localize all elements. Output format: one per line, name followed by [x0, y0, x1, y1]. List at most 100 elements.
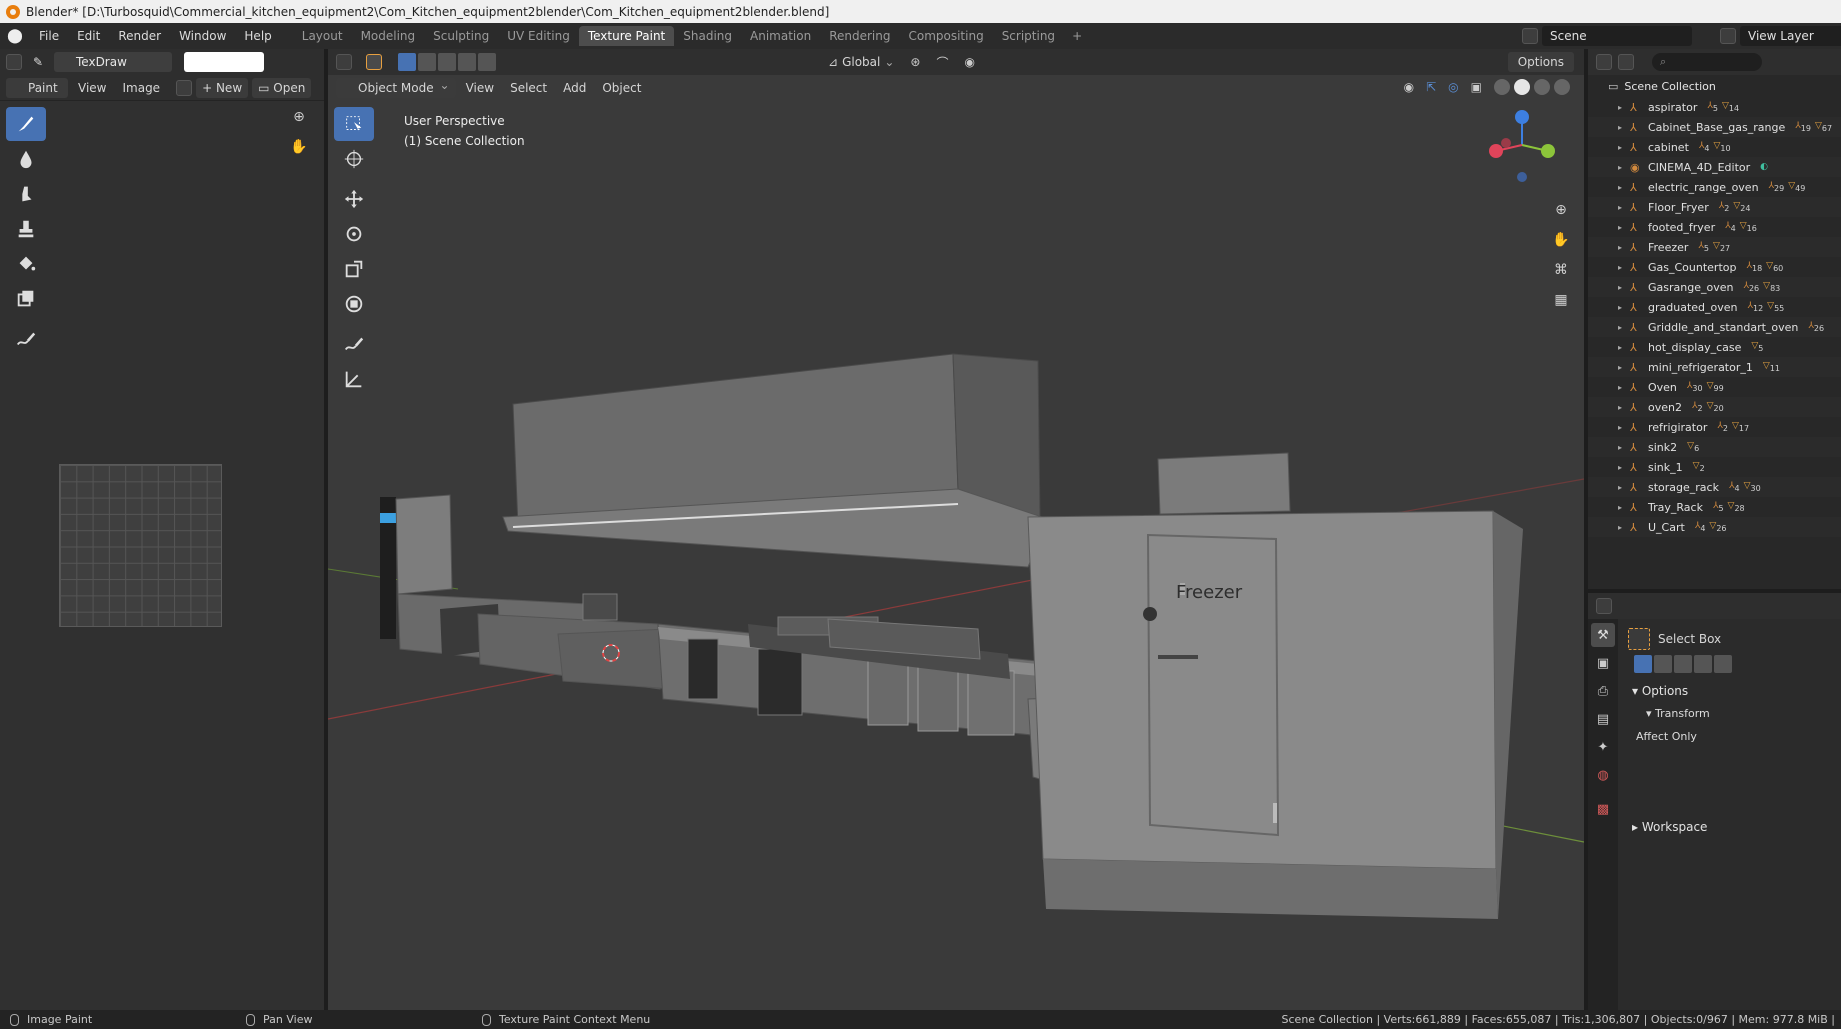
brush-name-field[interactable]: TexDraw — [54, 52, 172, 72]
expand-arrow-icon[interactable]: ▸ — [1618, 103, 1628, 112]
prop-select-intersect-icon[interactable] — [1714, 655, 1732, 673]
perspective-toggle-grid-icon[interactable]: ▦ — [1550, 289, 1572, 311]
expand-arrow-icon[interactable]: ▸ — [1618, 523, 1628, 532]
tool-properties-tab[interactable]: ⚒ — [1591, 623, 1615, 647]
cursor-tool[interactable] — [334, 142, 374, 176]
outliner-row[interactable]: ▸ ⅄ footed_fryer ⅄4 ▽16 — [1588, 217, 1841, 237]
menu-window[interactable]: Window — [170, 23, 235, 49]
outliner-row[interactable]: ▸ ⅄ aspirator ⅄5 ▽14 — [1588, 97, 1841, 117]
outliner-row[interactable]: ▸ ⅄ mini_refrigerator_1 ▽11 — [1588, 357, 1841, 377]
expand-arrow-icon[interactable]: ▸ — [1618, 363, 1628, 372]
annotate-tool-3d[interactable] — [334, 327, 374, 361]
viewport-zoom-icon[interactable]: ⊕ — [1550, 199, 1572, 221]
viewport-options-button[interactable]: Options — [1507, 52, 1574, 72]
expand-arrow-icon[interactable]: ▸ — [1618, 463, 1628, 472]
tab-shading[interactable]: Shading — [674, 26, 741, 46]
rotate-tool[interactable] — [334, 217, 374, 251]
expand-arrow-icon[interactable]: ▸ — [1618, 323, 1628, 332]
soften-tool[interactable] — [6, 142, 46, 176]
3d-viewport[interactable]: Freezer ⊿ Global ⌄ ⊛ ⌒ ◉ Options Object … — [328, 49, 1584, 1010]
measure-tool[interactable] — [334, 362, 374, 396]
add-workspace-icon[interactable]: + — [1064, 29, 1090, 43]
blender-menu-icon[interactable]: ⬤ — [0, 28, 30, 44]
select-extend-icon[interactable] — [418, 53, 436, 71]
outliner-row[interactable]: ▸ ⅄ Oven ⅄30 ▽99 — [1588, 377, 1841, 397]
view-layer-name-field[interactable]: View Layer — [1740, 26, 1841, 46]
pivot-icon[interactable]: ⊛ — [910, 55, 920, 69]
expand-arrow-icon[interactable]: ▸ — [1618, 303, 1628, 312]
orientation-value[interactable]: Global — [842, 55, 880, 69]
object-mode-dropdown[interactable]: Object Mode — [336, 75, 456, 98]
expand-arrow-icon[interactable]: ▸ — [1618, 503, 1628, 512]
expand-arrow-icon[interactable]: ▸ — [1618, 243, 1628, 252]
tab-compositing[interactable]: Compositing — [899, 26, 992, 46]
image-browse-icon[interactable] — [176, 79, 193, 96]
new-image-button[interactable]: + New — [196, 77, 249, 98]
expand-arrow-icon[interactable]: ▸ — [1618, 383, 1628, 392]
expand-arrow-icon[interactable]: ▸ — [1618, 403, 1628, 412]
solid-shading-icon[interactable] — [1514, 79, 1530, 95]
outliner-row[interactable]: ▸ ⅄ storage_rack ⅄4 ▽30 — [1588, 477, 1841, 497]
outliner-row[interactable]: ▸ ⅄ Gas_Countertop ⅄18 ▽60 — [1588, 257, 1841, 277]
outliner-row[interactable]: ▸ ⅄ refrigirator ⅄2 ▽17 — [1588, 417, 1841, 437]
tab-sculpting[interactable]: Sculpting — [424, 26, 498, 46]
expand-arrow-icon[interactable]: ▸ — [1618, 123, 1628, 132]
tab-rendering[interactable]: Rendering — [820, 26, 899, 46]
expand-arrow-icon[interactable]: ▸ — [1618, 163, 1628, 172]
expand-arrow-icon[interactable]: ▸ — [1618, 223, 1628, 232]
scene-properties-tab[interactable]: ✦ — [1591, 735, 1615, 759]
viewport-menu-view[interactable]: View — [460, 78, 500, 98]
scene-selector[interactable]: Scene — [1522, 26, 1692, 46]
rendered-shading-icon[interactable] — [1554, 79, 1570, 95]
camera-view-icon[interactable]: ⌘ — [1550, 259, 1572, 281]
viewport-pan-hand-icon[interactable]: ✋ — [1550, 229, 1572, 251]
transform-tool[interactable] — [334, 287, 374, 321]
viewport-menu-select[interactable]: Select — [504, 78, 553, 98]
prop-select-extend-icon[interactable] — [1654, 655, 1672, 673]
brush-color-swatch[interactable] — [184, 52, 264, 72]
prop-select-subtract-icon[interactable] — [1674, 655, 1692, 673]
expand-arrow-icon[interactable]: ▸ — [1618, 483, 1628, 492]
texture-properties-tab[interactable]: ▩ — [1591, 797, 1615, 821]
outliner-row[interactable]: ▸ ⅄ Tray_Rack ⅄5 ▽28 — [1588, 497, 1841, 517]
tab-scripting[interactable]: Scripting — [993, 26, 1064, 46]
move-tool[interactable] — [334, 182, 374, 216]
snap-icon[interactable]: ⌒ — [936, 54, 948, 71]
smear-tool[interactable] — [6, 177, 46, 211]
expand-arrow-icon[interactable]: ▸ — [1618, 203, 1628, 212]
outliner-row[interactable]: ▸ ⅄ hot_display_case ▽5 — [1588, 337, 1841, 357]
gizmo-toggle-icon[interactable]: ⇱ — [1426, 80, 1436, 94]
expand-arrow-icon[interactable]: ▸ — [1618, 443, 1628, 452]
tab-animation[interactable]: Animation — [741, 26, 820, 46]
outliner-row[interactable]: ▸ ◉ CINEMA_4D_Editor ◐ — [1588, 157, 1841, 177]
paint-mode-dropdown[interactable]: Paint — [6, 77, 68, 98]
fill-tool[interactable] — [6, 247, 46, 281]
gizmo-y-axis[interactable] — [1541, 144, 1555, 158]
tab-modeling[interactable]: Modeling — [352, 26, 425, 46]
gizmo-x-axis[interactable] — [1489, 144, 1503, 158]
xray-toggle-icon[interactable]: ▣ — [1471, 80, 1482, 94]
outliner-row[interactable]: ▸ ⅄ sink_1 ▽2 — [1588, 457, 1841, 477]
tab-uv-editing[interactable]: UV Editing — [498, 26, 579, 46]
outliner-row[interactable]: ▸ ⅄ oven2 ⅄2 ▽20 — [1588, 397, 1841, 417]
prop-select-invert-icon[interactable] — [1694, 655, 1712, 673]
expand-arrow-icon[interactable]: ▸ — [1618, 343, 1628, 352]
options-section-header[interactable]: ▾ Options — [1628, 679, 1837, 703]
expand-arrow-icon[interactable]: ▸ — [1618, 143, 1628, 152]
annotate-tool[interactable] — [6, 322, 46, 356]
expand-arrow-icon[interactable]: ▸ — [1618, 423, 1628, 432]
menu-render[interactable]: Render — [109, 23, 170, 49]
outliner-row[interactable]: ▸ ⅄ U_Cart ⅄4 ▽26 — [1588, 517, 1841, 537]
wireframe-shading-icon[interactable] — [1494, 79, 1510, 95]
outliner-row[interactable]: ▸ ⅄ Freezer ⅄5 ▽27 — [1588, 237, 1841, 257]
properties-editor-type-icon[interactable] — [1596, 598, 1612, 614]
image-editor-menu-view[interactable]: View — [72, 78, 112, 98]
outliner-editor-type-icon[interactable] — [1596, 54, 1612, 70]
tab-texture-paint[interactable]: Texture Paint — [578, 26, 675, 46]
select-subtract-icon[interactable] — [438, 53, 456, 71]
visibility-icon[interactable]: ◉ — [1404, 80, 1414, 94]
world-properties-tab[interactable]: ◍ — [1591, 763, 1615, 787]
output-properties-tab[interactable]: ⎙ — [1591, 679, 1615, 703]
outliner-search-input[interactable]: ⌕ — [1652, 53, 1762, 71]
outliner-row[interactable]: ▸ ⅄ graduated_oven ⅄12 ▽55 — [1588, 297, 1841, 317]
